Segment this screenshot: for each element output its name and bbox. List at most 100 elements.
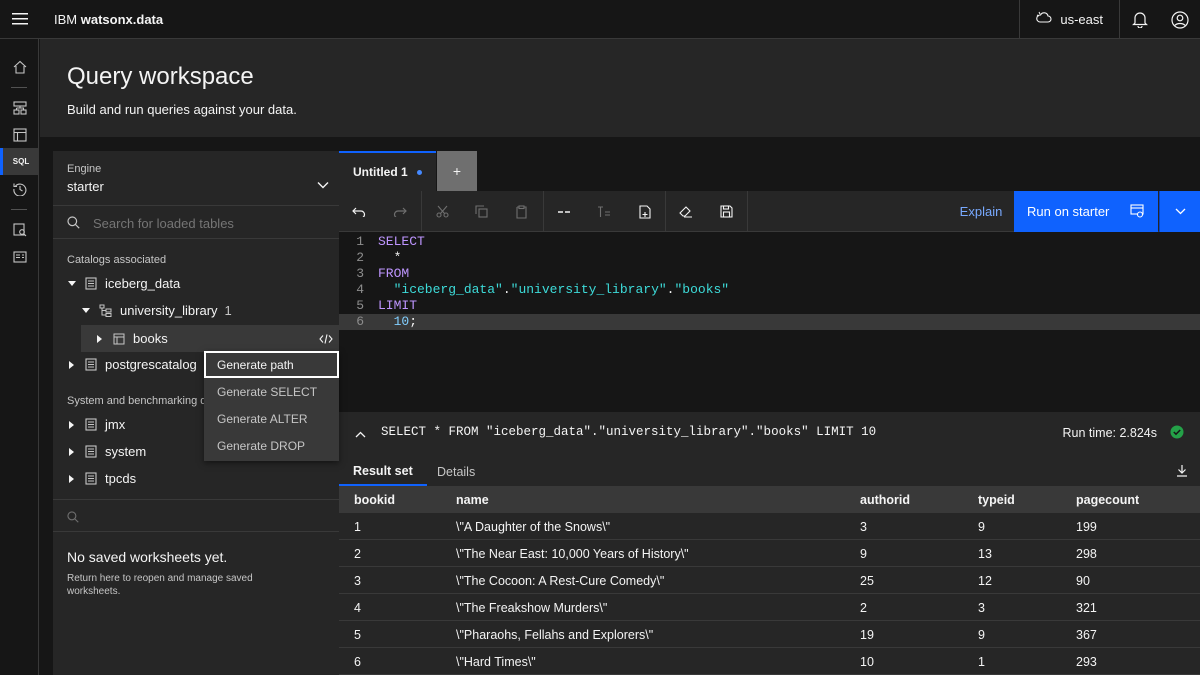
column-header[interactable]: bookid [354, 486, 395, 513]
search-input[interactable] [93, 216, 323, 231]
undo-icon[interactable] [339, 191, 379, 232]
download-icon[interactable] [1176, 464, 1188, 480]
caret-right-icon[interactable] [95, 334, 105, 343]
code-string: "iceberg_data" [378, 282, 503, 297]
table-cell: 321 [1076, 600, 1097, 615]
table-cell: \"Pharaohs, Fellahs and Explorers\" [456, 627, 654, 642]
table-cell: \"The Freakshow Murders\" [456, 600, 608, 615]
code-icon[interactable] [312, 325, 339, 352]
data-manager-icon[interactable] [0, 121, 39, 148]
redo-icon[interactable] [380, 191, 420, 232]
cloud-icon [1036, 11, 1052, 28]
comment-icon[interactable] [544, 191, 584, 232]
column-header[interactable]: typeid [978, 486, 1015, 513]
region-label: us-east [1060, 12, 1103, 27]
format-text-icon[interactable] [584, 191, 624, 232]
code-line: 4 "iceberg_data"."university_library"."b… [339, 282, 1200, 298]
catalog-item-iceberg[interactable]: iceberg_data [67, 270, 180, 297]
paste-icon[interactable] [501, 191, 541, 232]
catalog-item-tpcds[interactable]: tpcds [67, 465, 136, 492]
table-row-content: books [95, 325, 168, 352]
schema-count: 1 [224, 303, 232, 318]
tab-result-set[interactable]: Result set [339, 458, 427, 486]
clear-icon[interactable] [666, 191, 706, 232]
menu-item-generate-path[interactable]: Generate path [204, 351, 339, 378]
menu-icon[interactable] [0, 0, 39, 39]
code-line: 3 FROM [339, 266, 1200, 282]
table-cell: \"The Cocoon: A Rest-Cure Comedy\" [456, 573, 665, 588]
explain-button[interactable]: Explain [949, 191, 1013, 232]
worksheet-tabs: Untitled 1 + [339, 151, 1200, 191]
column-header[interactable]: authorid [860, 486, 910, 513]
sql-editor[interactable]: 1 SELECT 2 * 3 FROM 4 "iceberg_data"."un… [339, 232, 1200, 412]
table-cell: 25 [860, 573, 874, 588]
results-panel: SELECT * FROM "iceberg_data"."university… [339, 412, 1200, 675]
table-row: 6 \"Hard Times\" 10 1 293 [339, 648, 1200, 675]
code-text: FROM [378, 266, 410, 281]
access-control-icon[interactable] [0, 216, 39, 243]
run-button[interactable]: Run on starter [1014, 191, 1158, 232]
executed-query: SELECT * FROM "iceberg_data"."university… [381, 425, 877, 439]
catalog-icon [85, 358, 97, 371]
sql-icon[interactable]: SQL [0, 148, 39, 175]
results-table: bookid name authorid typeid pagecount 1 … [339, 486, 1200, 675]
editor-toolbar: Explain Run on starter [339, 191, 1200, 232]
catalog-item-postgres[interactable]: postgrescatalog [67, 351, 197, 378]
line-number: 2 [356, 250, 364, 265]
catalog-label: system [105, 444, 147, 459]
table-item-books[interactable]: books [81, 325, 339, 352]
catalog-icon [85, 445, 97, 458]
copy-icon[interactable] [461, 191, 501, 232]
region-selector[interactable]: us-east [1019, 0, 1120, 39]
chevron-up-icon[interactable] [355, 426, 366, 441]
menu-item-generate-select[interactable]: Generate SELECT [204, 378, 339, 405]
user-avatar-icon[interactable] [1160, 0, 1200, 39]
run-engine-icon [1130, 204, 1144, 221]
tab-details[interactable]: Details [437, 458, 475, 486]
column-header[interactable]: name [456, 486, 489, 513]
code-text: "iceberg_data"."university_library"."boo… [378, 282, 730, 298]
empty-worksheets-description: Return here to reopen and manage saved w… [67, 573, 253, 597]
caret-right-icon[interactable] [67, 474, 77, 483]
line-number: 1 [356, 234, 364, 249]
caret-down-icon[interactable] [81, 307, 91, 314]
worksheet-search-icon[interactable] [67, 511, 79, 526]
empty-worksheets-title: No saved worksheets yet. [67, 549, 228, 565]
menu-item-generate-alter[interactable]: Generate ALTER [204, 405, 339, 432]
code-punct: . [502, 282, 511, 297]
catalog-item-jmx[interactable]: jmx [67, 411, 125, 438]
configurations-icon[interactable] [0, 243, 39, 270]
run-time: Run time: 2.824s [1062, 426, 1158, 440]
tab-untitled-1[interactable]: Untitled 1 [339, 151, 436, 191]
query-history-icon[interactable] [0, 175, 39, 202]
caret-down-icon[interactable] [67, 280, 77, 287]
chevron-down-icon [317, 177, 329, 192]
schema-item-university-library[interactable]: university_library 1 [81, 297, 232, 324]
caret-right-icon[interactable] [67, 447, 77, 456]
add-tab-button[interactable]: + [437, 151, 477, 191]
code-line-active: 6 10; [339, 314, 1200, 330]
table-row: 3 \"The Cocoon: A Rest-Cure Comedy\" 25 … [339, 567, 1200, 594]
menu-item-generate-drop[interactable]: Generate DROP [204, 432, 339, 459]
home-icon[interactable] [0, 53, 39, 80]
code-text: 10; [378, 314, 417, 330]
table-cell: 10 [860, 654, 874, 669]
search-icon [67, 216, 80, 232]
notification-icon[interactable] [1120, 0, 1160, 39]
insert-template-icon[interactable] [625, 191, 665, 232]
catalog-icon [85, 418, 97, 431]
run-options-chevron-icon[interactable] [1159, 191, 1200, 232]
column-header[interactable]: pagecount [1076, 486, 1139, 513]
page-title: Query workspace [67, 63, 254, 90]
catalog-item-system[interactable]: system [67, 438, 146, 465]
table-cell: 293 [1076, 654, 1097, 669]
code-string: "books" [674, 282, 730, 297]
caret-right-icon[interactable] [67, 360, 77, 369]
save-icon[interactable] [706, 191, 746, 232]
infrastructure-icon[interactable] [0, 94, 39, 121]
catalog-icon [85, 277, 97, 290]
catalog-icon [85, 472, 97, 485]
product-name[interactable]: IBM watsonx.data [54, 12, 163, 27]
caret-right-icon[interactable] [67, 420, 77, 429]
cut-icon[interactable] [422, 191, 462, 232]
